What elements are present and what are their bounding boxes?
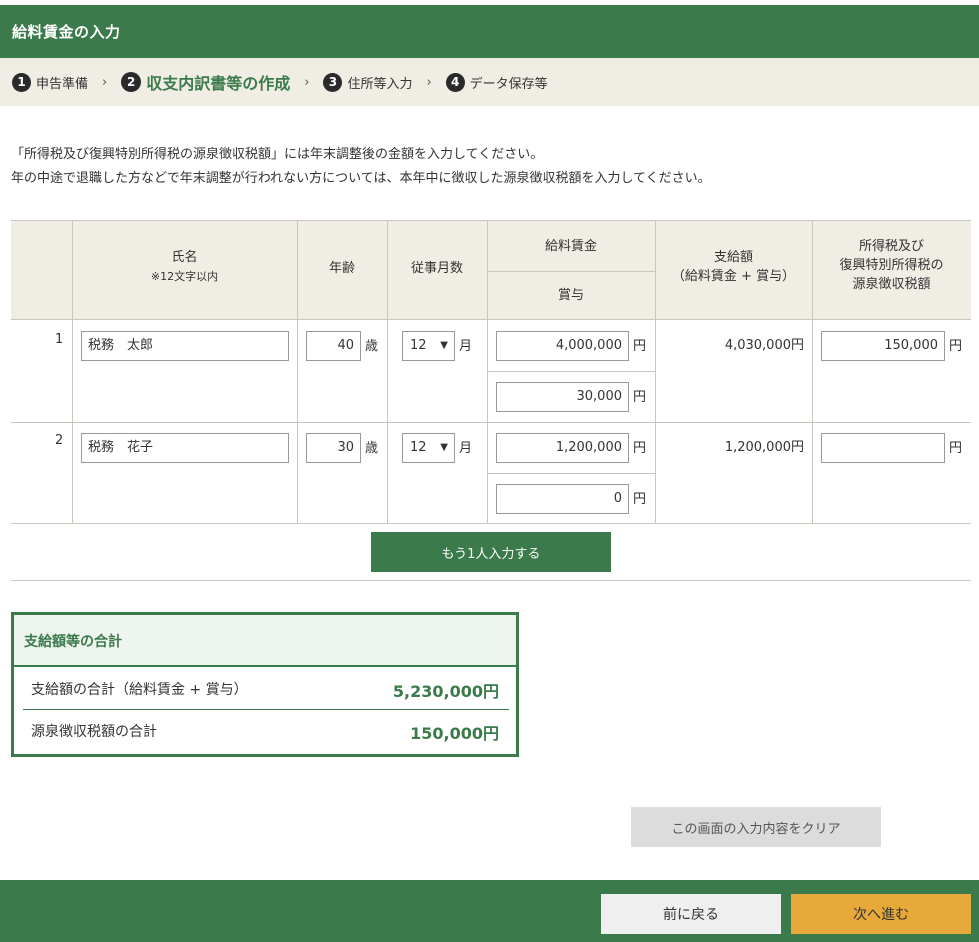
yen-unit: 円 bbox=[633, 488, 646, 507]
divider bbox=[11, 580, 971, 581]
yen-unit: 円 bbox=[633, 335, 646, 354]
header-name-note: ※12文字以内 bbox=[151, 270, 218, 283]
age-input[interactable]: 40 bbox=[306, 331, 361, 361]
header-name: 氏名 ※12文字以内 bbox=[72, 248, 297, 286]
withholding-tax-input[interactable]: 150,000 bbox=[821, 331, 945, 361]
month-unit: 月 bbox=[459, 335, 472, 354]
withholding-tax-input[interactable] bbox=[821, 433, 945, 463]
instructions: 「所得税及び復興特別所得税の源泉徴収税額」には年末調整後の金額を入力してください… bbox=[11, 143, 711, 191]
bonus-input[interactable]: 30,000 bbox=[496, 382, 629, 412]
yen-unit: 円 bbox=[949, 335, 962, 354]
header-total: 支給額 （給料賃金 + 賞与） bbox=[655, 248, 812, 286]
age-input[interactable]: 30 bbox=[306, 433, 361, 463]
salary-input[interactable]: 1,200,000 bbox=[496, 433, 629, 463]
step-3-label: 住所等入力 bbox=[347, 73, 412, 92]
header-months: 従事月数 bbox=[387, 259, 487, 278]
step-1-label: 申告準備 bbox=[36, 73, 88, 92]
withholding-tax-sum-value: 150,000円 bbox=[294, 720, 499, 744]
chevron-down-icon: ▼ bbox=[440, 332, 448, 360]
step-2-number-icon: 2 bbox=[121, 72, 141, 92]
header-age: 年齢 bbox=[297, 259, 387, 278]
step-navigation: 1 申告準備 › 2 収支内訳書等の作成 › 3 住所等入力 › 4 データ保存… bbox=[0, 58, 979, 106]
header-bonus: 賞与 bbox=[487, 286, 655, 305]
step-3-number-icon: 3 bbox=[323, 73, 342, 92]
page-header: 給料賃金の入力 bbox=[0, 5, 979, 58]
row-number: 1 bbox=[55, 332, 63, 347]
name-input[interactable]: 税務 太郎 bbox=[81, 331, 289, 361]
header-salary: 給料賃金 bbox=[487, 237, 655, 256]
withholding-tax-sum-label: 源泉徴収税額の合計 bbox=[31, 721, 157, 741]
summary-divider bbox=[23, 709, 509, 710]
month-unit: 月 bbox=[459, 437, 472, 456]
months-select[interactable]: 12 ▼ bbox=[402, 433, 455, 463]
clear-input-button[interactable]: この画面の入力内容をクリア bbox=[631, 807, 881, 847]
instruction-line-2: 年の中途で退職した方などで年末調整が行われない方については、本年中に徴収した源泉… bbox=[11, 167, 711, 191]
chevron-down-icon: ▼ bbox=[440, 434, 448, 462]
header-withholding-tax: 所得税及び 復興特別所得税の 源泉徴収税額 bbox=[812, 237, 971, 294]
total-paid-sum-label: 支給額の合計（給料賃金 + 賞与） bbox=[31, 679, 248, 699]
months-select[interactable]: 12 ▼ bbox=[402, 331, 455, 361]
step-3: 3 住所等入力 bbox=[323, 73, 412, 92]
salary-input[interactable]: 4,000,000 bbox=[496, 331, 629, 361]
step-4-label: データ保存等 bbox=[470, 73, 548, 92]
chevron-right-icon: › bbox=[304, 75, 309, 90]
yen-unit: 円 bbox=[633, 386, 646, 405]
step-1-number-icon: 1 bbox=[12, 73, 31, 92]
footer-bar: 前に戻る 次へ進む bbox=[0, 880, 979, 942]
total-paid-sum-value: 5,230,000円 bbox=[294, 678, 499, 702]
step-2-current: 2 収支内訳書等の作成 bbox=[121, 70, 290, 94]
bonus-input[interactable]: 0 bbox=[496, 484, 629, 514]
row-number: 2 bbox=[55, 433, 63, 448]
back-button[interactable]: 前に戻る bbox=[601, 894, 781, 934]
yen-unit: 円 bbox=[633, 437, 646, 456]
step-1: 1 申告準備 bbox=[12, 73, 88, 92]
summary-panel: 支給額等の合計 支給額の合計（給料賃金 + 賞与） 5,230,000円 源泉徴… bbox=[11, 612, 519, 757]
add-person-button[interactable]: もう1人入力する bbox=[371, 532, 611, 572]
age-unit: 歳 bbox=[365, 335, 378, 354]
yen-unit: 円 bbox=[949, 437, 962, 456]
step-4-number-icon: 4 bbox=[446, 73, 465, 92]
total-paid: 4,030,000円 bbox=[655, 334, 804, 353]
instruction-line-1: 「所得税及び復興特別所得税の源泉徴収税額」には年末調整後の金額を入力してください… bbox=[11, 143, 711, 167]
page-title: 給料賃金の入力 bbox=[12, 21, 121, 42]
next-button[interactable]: 次へ進む bbox=[791, 894, 971, 934]
total-paid: 1,200,000円 bbox=[655, 436, 804, 455]
chevron-right-icon: › bbox=[102, 75, 107, 90]
step-4: 4 データ保存等 bbox=[446, 73, 548, 92]
name-input[interactable]: 税務 花子 bbox=[81, 433, 289, 463]
summary-title: 支給額等の合計 bbox=[24, 631, 122, 651]
age-unit: 歳 bbox=[365, 437, 378, 456]
salary-table: 氏名 ※12文字以内 年齢 従事月数 給料賃金 賞与 支給額 （給料賃金 + 賞… bbox=[11, 220, 971, 523]
summary-header: 支給額等の合計 bbox=[14, 615, 516, 667]
chevron-right-icon: › bbox=[426, 75, 431, 90]
step-2-label: 収支内訳書等の作成 bbox=[146, 70, 290, 94]
